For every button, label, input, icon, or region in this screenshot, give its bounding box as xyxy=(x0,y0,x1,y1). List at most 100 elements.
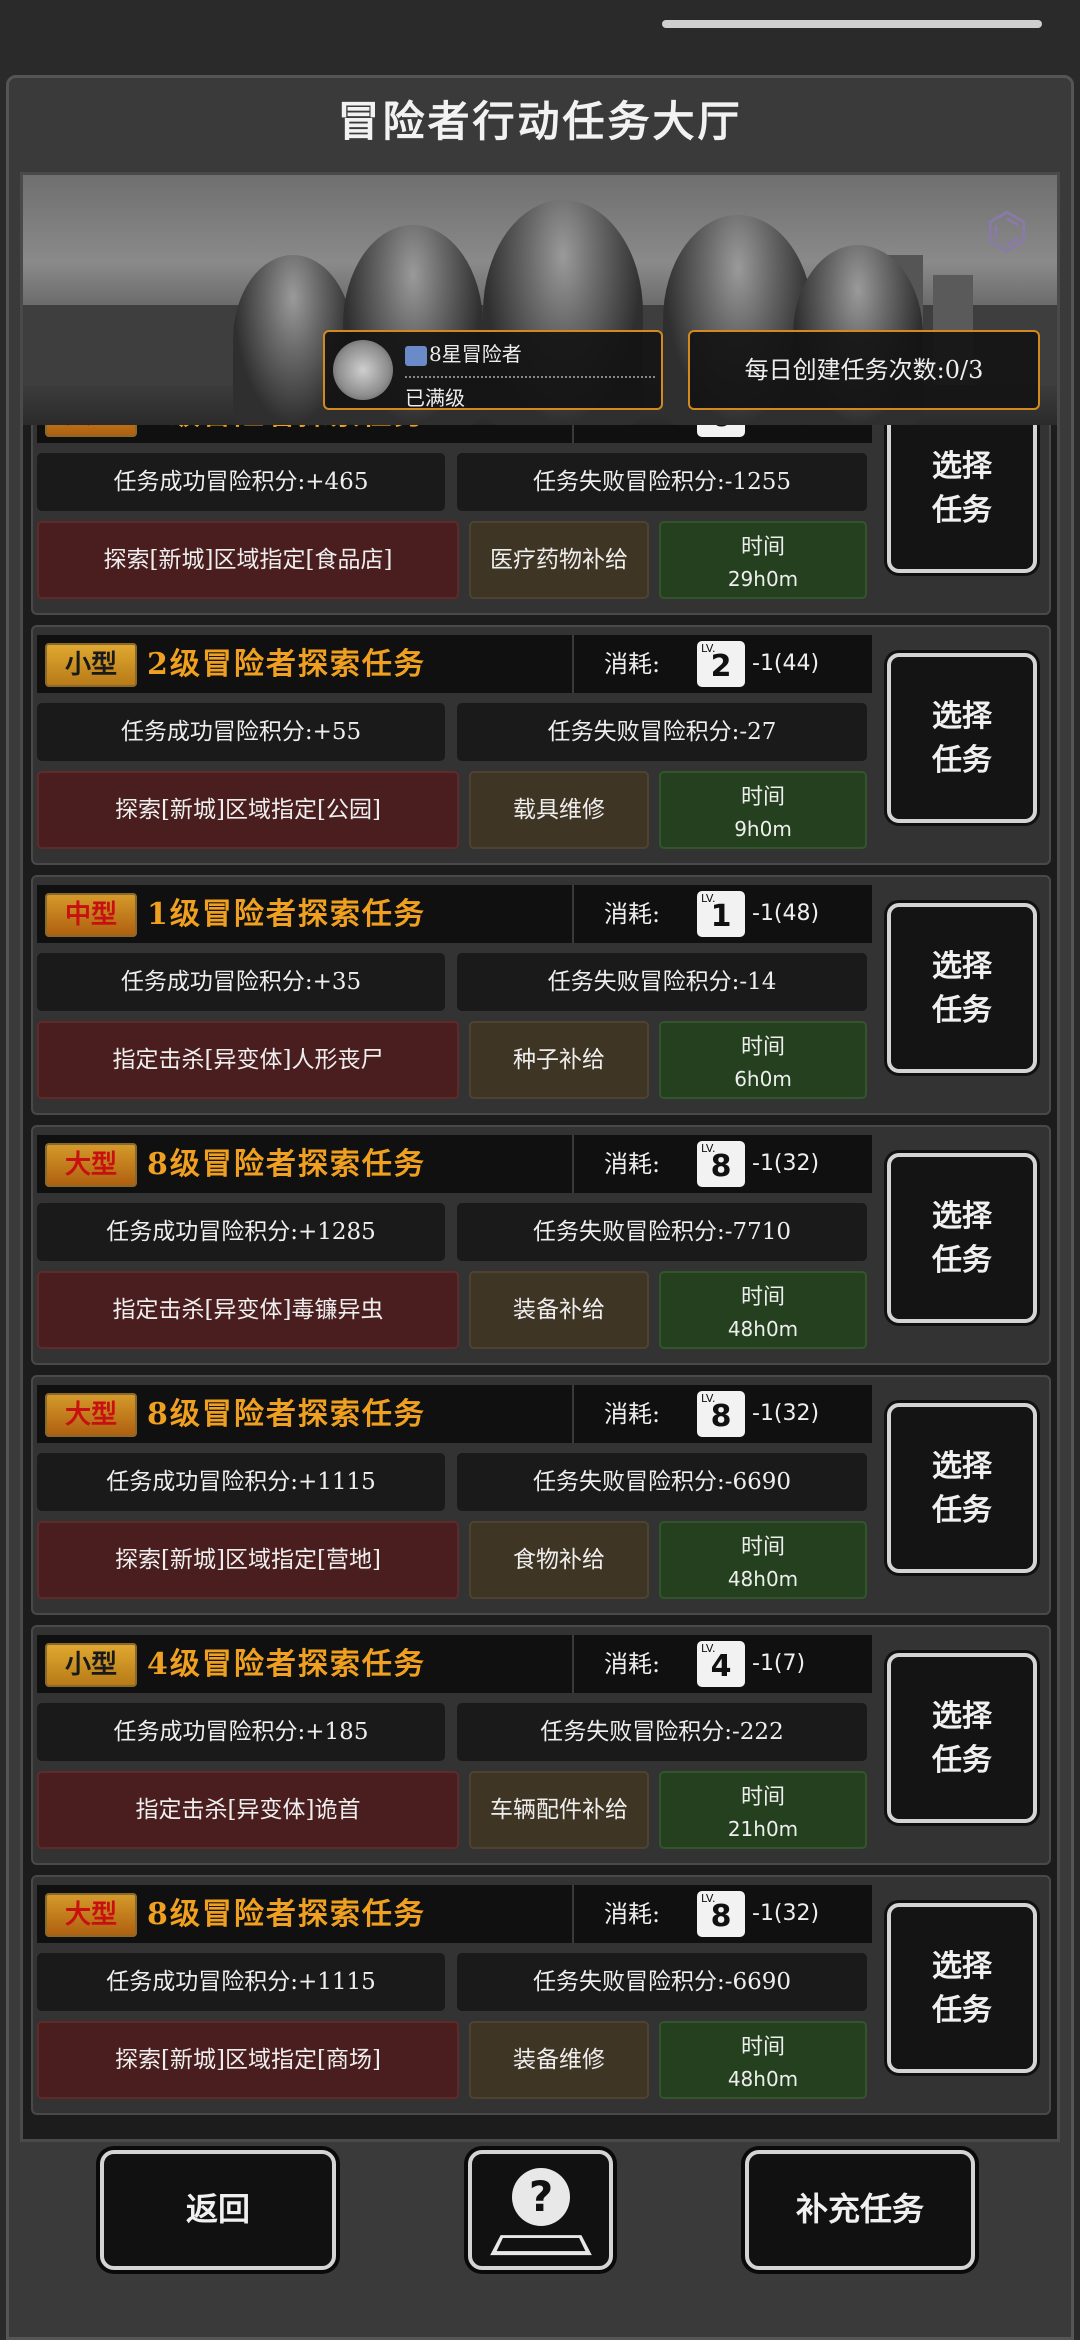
home-indicator xyxy=(662,20,1042,28)
task-target: 探索[新城]区域指定[食品店] xyxy=(37,521,459,599)
select-task-button[interactable]: 选择 任务 xyxy=(887,425,1037,573)
time-value: 48h0m xyxy=(727,2067,799,2091)
task-card[interactable]: 大型 8级冒险者探索任务 消耗: LV. 8 -1(32) 任务成功冒险积分:+… xyxy=(31,1125,1051,1365)
task-name: 8级冒险者探索任务 xyxy=(147,1397,426,1432)
task-card[interactable]: 大型 6级冒险者探索任务 消耗: LV. 6 -1(4) 任务成功冒险积分:+4… xyxy=(31,425,1051,615)
faction-logo-icon: ⌬ xyxy=(985,202,1029,260)
help-icon: ? xyxy=(512,2168,570,2226)
level-card-icon: LV. 8 xyxy=(697,1391,745,1437)
select-label-line2: 任务 xyxy=(932,1243,992,1278)
cost-value: -1(32) xyxy=(752,1901,820,1926)
task-size-badge: 大型 xyxy=(45,1143,137,1187)
task-target: 指定击杀[异变体]人形丧尸 xyxy=(37,1021,459,1099)
select-label-line1: 选择 xyxy=(932,1199,992,1234)
select-label-line2: 任务 xyxy=(932,1493,992,1528)
task-card[interactable]: 大型 8级冒险者探索任务 消耗: LV. 8 -1(32) 任务成功冒险积分:+… xyxy=(31,1875,1051,2115)
time-label: 时间 xyxy=(740,1785,785,1810)
task-name: 2级冒险者探索任务 xyxy=(147,647,426,682)
cost-value: -1(48) xyxy=(752,901,820,926)
time-value: 48h0m xyxy=(727,1317,799,1341)
level-card-icon: LV. 1 xyxy=(697,891,745,937)
task-name: 6级冒险者探索任务 xyxy=(147,425,426,437)
crown-icon xyxy=(405,345,427,366)
task-time: 时间 29h0m xyxy=(659,521,867,599)
fail-penalty: 任务失败冒险积分:-222 xyxy=(457,1703,867,1761)
select-label-line1: 选择 xyxy=(932,1699,992,1734)
fail-penalty: 任务失败冒险积分:-27 xyxy=(457,703,867,761)
task-cost: 消耗: LV. 2 -1(44) xyxy=(572,635,872,693)
cost-label: 消耗: xyxy=(604,1650,661,1678)
success-reward: 任务成功冒险积分:+465 xyxy=(37,453,445,511)
select-task-button[interactable]: 选择 任务 xyxy=(887,1903,1037,2073)
level-card-number: 2 xyxy=(710,649,732,684)
map-base-icon xyxy=(490,2235,592,2256)
task-card[interactable]: 小型 4级冒险者探索任务 消耗: LV. 4 -1(7) 任务成功冒险积分:+1… xyxy=(31,1625,1051,1865)
select-task-button[interactable]: 选择 任务 xyxy=(887,1153,1037,1323)
task-size-badge: 大型 xyxy=(45,1393,137,1437)
time-label: 时间 xyxy=(740,535,785,560)
cost-label: 消耗: xyxy=(604,650,661,678)
time-value: 6h0m xyxy=(734,1067,792,1091)
task-header: 中型 1级冒险者探索任务 消耗: LV. 1 -1(48) xyxy=(37,885,872,943)
cost-value: -1(7) xyxy=(752,1651,806,1676)
task-header: 大型 8级冒险者探索任务 消耗: LV. 8 -1(32) xyxy=(37,1135,872,1193)
select-task-button[interactable]: 选择 任务 xyxy=(887,1403,1037,1573)
rank-info[interactable]: 8星冒险者 已满级 xyxy=(323,330,663,410)
rank-level: 8星冒险者 xyxy=(429,342,522,366)
level-card-icon: LV. 6 xyxy=(697,425,745,437)
fail-penalty: 任务失败冒险积分:-1255 xyxy=(457,453,867,511)
task-name: 4级冒险者探索任务 xyxy=(147,1647,426,1682)
task-time: 时间 9h0m xyxy=(659,771,867,849)
success-reward: 任务成功冒险积分:+55 xyxy=(37,703,445,761)
select-task-button[interactable]: 选择 任务 xyxy=(887,903,1037,1073)
level-card-number: 8 xyxy=(710,1149,732,1184)
task-header: 大型 8级冒险者探索任务 消耗: LV. 8 -1(32) xyxy=(37,1885,872,1943)
time-label: 时间 xyxy=(740,1035,785,1060)
task-list[interactable]: 大型 6级冒险者探索任务 消耗: LV. 6 -1(4) 任务成功冒险积分:+4… xyxy=(23,425,1057,2139)
task-supply-reward: 装备维修 xyxy=(469,2021,649,2099)
task-supply-reward: 车辆配件补给 xyxy=(469,1771,649,1849)
time-value: 48h0m xyxy=(727,1567,799,1591)
back-button[interactable]: 返回 xyxy=(100,2150,336,2270)
select-task-button[interactable]: 选择 任务 xyxy=(887,653,1037,823)
task-size-badge: 中型 xyxy=(45,893,137,937)
fail-penalty: 任务失败冒险积分:-6690 xyxy=(457,1953,867,2011)
task-time: 时间 21h0m xyxy=(659,1771,867,1849)
help-button[interactable]: ? xyxy=(468,2150,613,2270)
level-card-number: 4 xyxy=(710,1649,732,1684)
cost-label: 消耗: xyxy=(604,1150,661,1178)
task-card[interactable]: 小型 2级冒险者探索任务 消耗: LV. 2 -1(44) 任务成功冒险积分:+… xyxy=(31,625,1051,865)
select-label-line1: 选择 xyxy=(932,949,992,984)
rank-level-row: 8星冒险者 xyxy=(405,338,522,367)
time-value: 21h0m xyxy=(727,1817,799,1841)
task-header: 大型 8级冒险者探索任务 消耗: LV. 8 -1(32) xyxy=(37,1385,872,1443)
level-card-icon: LV. 2 xyxy=(697,641,745,687)
task-name: 8级冒险者探索任务 xyxy=(147,1147,426,1182)
select-label-line2: 任务 xyxy=(932,743,992,778)
task-hall-inner: ⌬ 8星冒险者 已满级 每日创建任务次数:0/3 大型 6级冒险者探索任务 消耗… xyxy=(20,172,1060,2142)
task-time: 时间 6h0m xyxy=(659,1021,867,1099)
task-target: 探索[新城]区域指定[商场] xyxy=(37,2021,459,2099)
task-target: 指定击杀[异变体]毒镰异虫 xyxy=(37,1271,459,1349)
level-card-number: 6 xyxy=(697,425,745,434)
select-label-line2: 任务 xyxy=(932,1743,992,1778)
success-reward: 任务成功冒险积分:+1115 xyxy=(37,1953,445,2011)
select-label-line1: 选择 xyxy=(932,449,992,484)
select-label-line2: 任务 xyxy=(932,493,992,528)
task-supply-reward: 载具维修 xyxy=(469,771,649,849)
task-card[interactable]: 中型 1级冒险者探索任务 消耗: LV. 1 -1(48) 任务成功冒险积分:+… xyxy=(31,875,1051,1115)
time-value: 29h0m xyxy=(727,567,799,591)
replenish-task-button[interactable]: 补充任务 xyxy=(745,2150,975,2270)
select-task-button[interactable]: 选择 任务 xyxy=(887,1653,1037,1823)
level-card-icon: LV. 8 xyxy=(697,1141,745,1187)
task-card[interactable]: 大型 8级冒险者探索任务 消耗: LV. 8 -1(32) 任务成功冒险积分:+… xyxy=(31,1375,1051,1615)
time-label: 时间 xyxy=(740,2035,785,2060)
task-target: 探索[新城]区域指定[营地] xyxy=(37,1521,459,1599)
fail-penalty: 任务失败冒险积分:-7710 xyxy=(457,1203,867,1261)
fail-penalty: 任务失败冒险积分:-14 xyxy=(457,953,867,1011)
cost-label: 消耗: xyxy=(604,1900,661,1928)
select-label-line1: 选择 xyxy=(932,699,992,734)
cost-label: 消耗: xyxy=(604,1400,661,1428)
level-card-icon: LV. 4 xyxy=(697,1641,745,1687)
select-label-line2: 任务 xyxy=(932,993,992,1028)
